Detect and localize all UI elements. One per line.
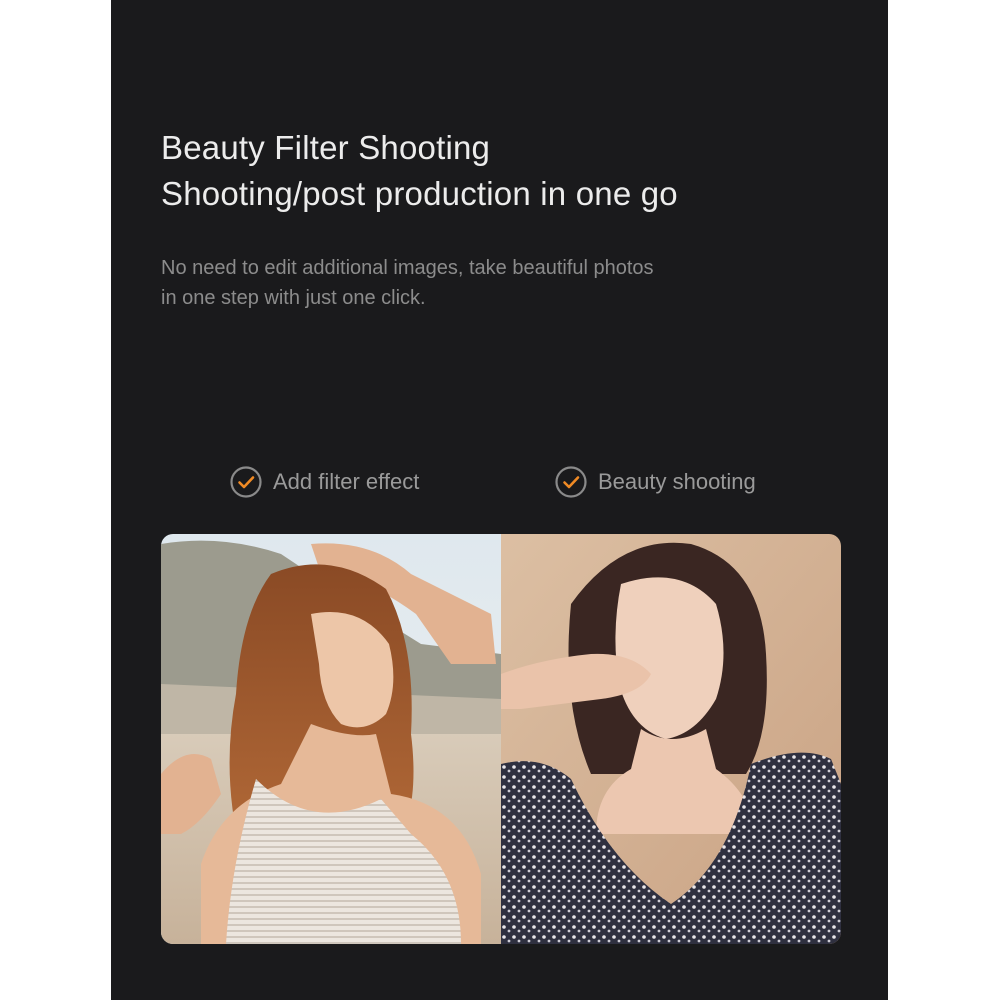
- content-panel: Beauty Filter Shooting Shooting/post pro…: [111, 0, 888, 1000]
- feature-add-filter-effect: Add filter effect: [229, 464, 419, 500]
- feature-label: Add filter effect: [273, 469, 420, 494]
- feature-label: Beauty shooting: [598, 469, 756, 494]
- description: No need to edit additional images, take …: [161, 253, 801, 313]
- headline: Beauty Filter Shooting Shooting/post pro…: [161, 125, 861, 217]
- headline-title: Beauty Filter Shooting: [161, 129, 491, 166]
- description-line-1: No need to edit additional images, take …: [161, 257, 654, 279]
- check-circle-icon: [555, 466, 587, 498]
- check-circle-icon: [230, 466, 262, 498]
- description-line-2: in one step with just one click.: [161, 287, 426, 309]
- feature-beauty-shooting: Beauty shooting: [554, 464, 756, 500]
- headline-subtitle: Shooting/post production in one go: [161, 175, 678, 212]
- beauty-shooting-photo: [501, 534, 841, 944]
- filter-effect-photo: [161, 534, 501, 944]
- photo-comparison: [161, 534, 841, 944]
